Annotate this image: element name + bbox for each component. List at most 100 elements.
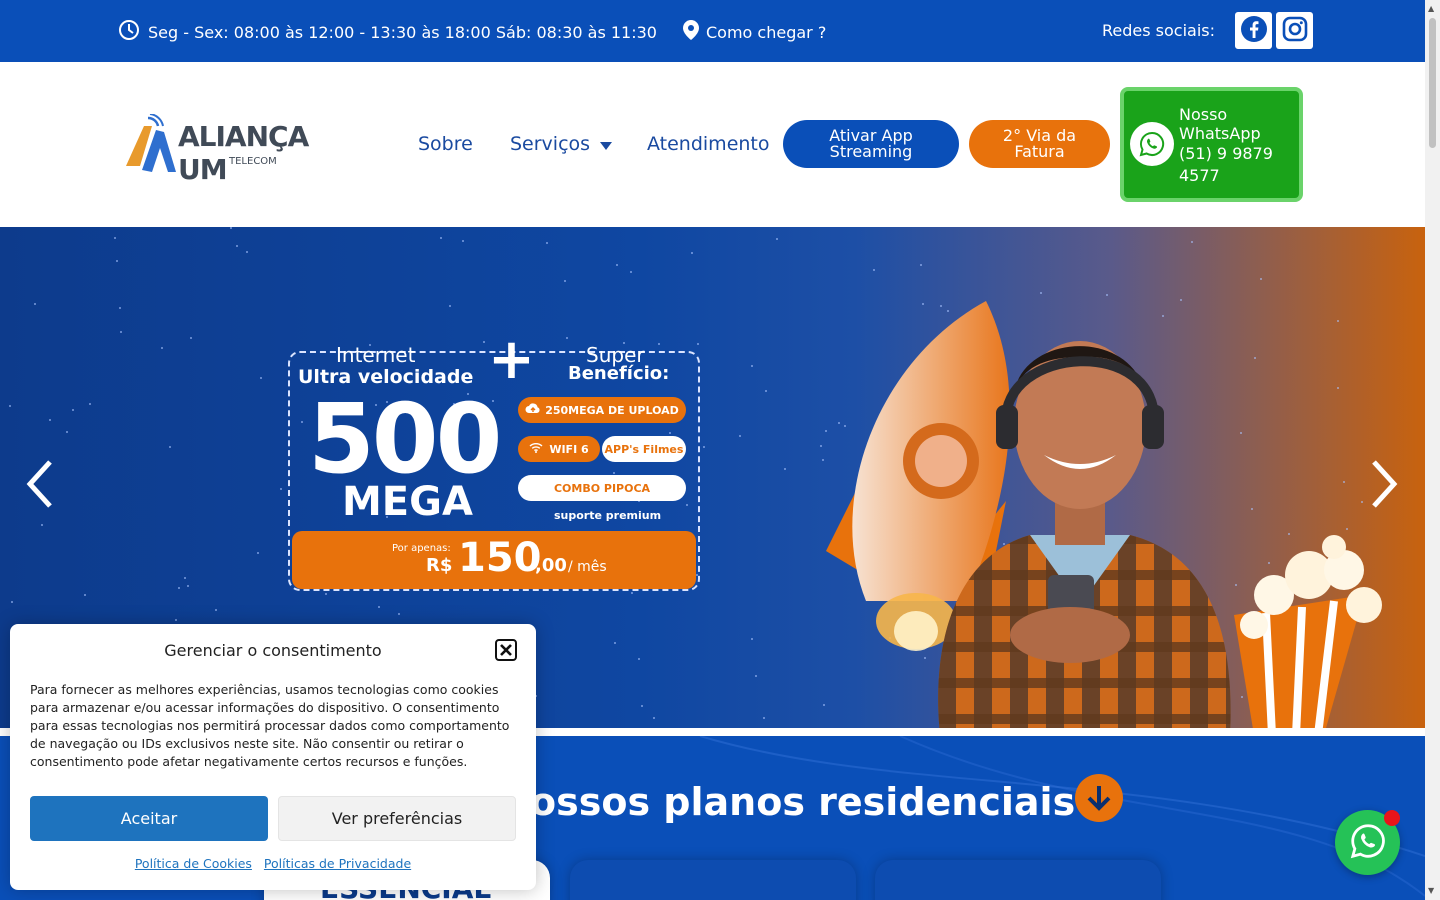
star-dot [84, 594, 86, 596]
star-dot [1337, 387, 1339, 389]
directions-text: Como chegar ? [706, 22, 827, 42]
popcorn-illustration [1234, 535, 1382, 728]
section-title: ossos planos residenciais [530, 780, 1076, 824]
top-bar: Seg - Sex: 08:00 às 12:00 - 13:30 às 18:… [0, 0, 1425, 62]
star-dot [697, 343, 699, 345]
star-dot [1361, 501, 1363, 503]
star-dot [614, 642, 616, 644]
star-dot [1180, 299, 1182, 301]
star-dot [184, 577, 186, 579]
arrow-down-icon [1075, 774, 1123, 822]
star-dot [175, 619, 177, 621]
preferences-button[interactable]: Ver preferências [278, 796, 516, 841]
star-dot [66, 431, 68, 433]
cookie-consent-dialog: Gerenciar o consentimento Para fornecer … [10, 624, 536, 890]
accept-button[interactable]: Aceitar [30, 796, 268, 841]
pill-wifi: WIFI 6 [518, 436, 600, 462]
consent-body: Para fornecer as melhores experiências, … [30, 682, 510, 769]
price-prefix: Por apenas: [392, 543, 451, 554]
whatsapp-icon [1130, 122, 1174, 166]
star-dot [546, 242, 548, 244]
star-dot [169, 446, 171, 448]
star-dot [1191, 241, 1193, 243]
price-currency: R$ [426, 555, 453, 576]
opening-hours: Seg - Sex: 08:00 às 12:00 - 13:30 às 18:… [118, 19, 657, 45]
star-dot [11, 601, 13, 603]
price-box: Por apenas: R$ 150 ,00 / mês [292, 531, 696, 589]
close-icon[interactable] [495, 639, 517, 661]
star-dot [187, 585, 189, 587]
star-dot [116, 260, 118, 262]
star-dot [1240, 432, 1242, 434]
clock-icon [118, 19, 140, 45]
star-dot [190, 337, 192, 339]
star-dot [751, 365, 753, 367]
star-dot [1346, 528, 1348, 530]
nav-servicos[interactable]: Serviços [510, 133, 613, 155]
star-dot [566, 337, 568, 339]
whatsapp-contact-button[interactable]: Nosso WhatsApp (51) 9 9879 4577 [1120, 87, 1303, 202]
star-dot [631, 592, 633, 594]
promo-unit: MEGA [342, 479, 473, 525]
logo-subtitle: TELECOM [229, 156, 277, 167]
invoice-copy-label: 2° Via da Fatura [1002, 126, 1077, 161]
plan-card[interactable] [875, 860, 1161, 900]
map-pin-icon [682, 19, 700, 45]
scroll-up-icon[interactable]: ▲ [1428, 4, 1434, 13]
promo-benefit: Benefício: [568, 363, 670, 384]
activate-app-button[interactable]: Ativar App Streaming [783, 120, 959, 168]
directions-link[interactable]: Como chegar ? [682, 19, 826, 45]
chevron-right-icon[interactable] [1370, 455, 1400, 523]
star-dot [462, 240, 464, 242]
star-dot [215, 609, 217, 611]
star-dot [1260, 278, 1262, 280]
pill-upload-label: 250MEGA DE UPLOAD [545, 403, 679, 417]
star-dot [230, 227, 232, 229]
social-label: Redes sociais: [1102, 21, 1216, 40]
star-dot [776, 238, 778, 240]
facebook-button[interactable] [1235, 12, 1273, 49]
star-dot [114, 237, 116, 239]
chevron-left-icon[interactable] [24, 455, 54, 523]
star-dot [703, 446, 705, 448]
pill-apps-label: APP's Filmes [604, 442, 684, 456]
scroll-down-icon[interactable]: ▼ [1428, 886, 1434, 895]
nav-sobre[interactable]: Sobre [418, 133, 473, 155]
star-dot [1040, 292, 1042, 294]
notification-dot [1384, 810, 1400, 826]
nav-atendimento[interactable]: Atendimento [647, 133, 770, 155]
star-dot [1337, 320, 1339, 322]
logo-name: ALIANÇA UM [178, 120, 309, 186]
star-dot [398, 613, 400, 615]
wifi-icon [529, 442, 543, 456]
site-logo[interactable]: ALIANÇA UM TELECOM [122, 114, 337, 186]
consent-title: Gerenciar o consentimento [164, 641, 382, 660]
promo-box[interactable]: Internet Ultra velocidade + Super Benefí… [288, 327, 700, 591]
star-dot [119, 307, 121, 309]
privacy-policy-link[interactable]: Políticas de Privacidade [264, 856, 411, 871]
star-dot [920, 264, 922, 266]
plan-card[interactable] [570, 860, 856, 900]
facebook-icon [1240, 15, 1268, 47]
social-links: Redes sociais: [1102, 12, 1317, 49]
instagram-icon [1282, 16, 1308, 46]
star-dot [161, 347, 163, 349]
star-dot [691, 252, 693, 254]
star-dot [630, 271, 632, 273]
scroll-thumb[interactable] [1429, 18, 1436, 148]
star-dot [641, 705, 643, 707]
invoice-copy-button[interactable]: 2° Via da Fatura [969, 120, 1110, 168]
page-scrollbar[interactable]: ▲ ▼ [1425, 0, 1440, 900]
instagram-button[interactable] [1276, 12, 1314, 49]
star-dot [325, 593, 327, 595]
pill-upload: 250MEGA DE UPLOAD [518, 397, 686, 423]
star-dot [41, 524, 43, 526]
nav-servicos-label: Serviços [510, 133, 591, 155]
pill-combo-label: COMBO PIPOCA [553, 481, 651, 495]
star-dot [257, 552, 259, 554]
star-dot [72, 409, 74, 411]
star-dot [873, 269, 875, 271]
star-dot [1254, 357, 1256, 359]
star-dot [739, 435, 741, 437]
cookie-policy-link[interactable]: Política de Cookies [135, 856, 252, 871]
